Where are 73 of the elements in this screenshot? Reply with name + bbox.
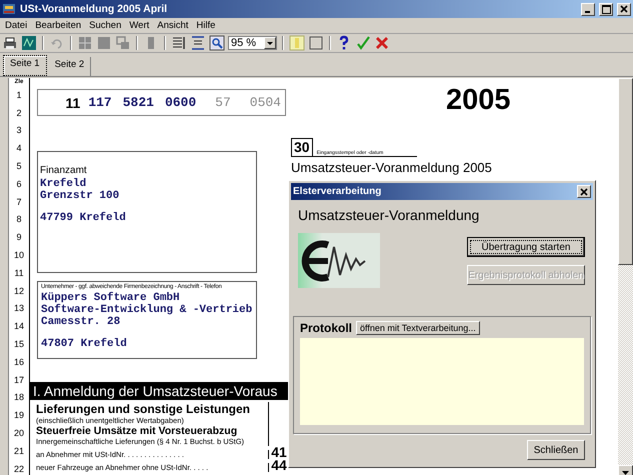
form-title: Umsatzsteuer-Voranmeldung 2005 bbox=[291, 160, 493, 175]
address-line: Krefeld bbox=[40, 178, 88, 190]
close-icon bbox=[580, 188, 588, 196]
field-code: 30 bbox=[291, 138, 313, 157]
address-line: Grenzstr 100 bbox=[40, 190, 120, 202]
page-tab[interactable]: Seite 1 bbox=[3, 55, 47, 76]
line-number: 21 bbox=[14, 444, 24, 458]
form-heading: Lieferungen und sonstige Leistungen bbox=[30, 402, 269, 416]
menu-item[interactable]: Bearbeiten bbox=[31, 20, 86, 31]
office-label: Finanzamt bbox=[40, 165, 88, 176]
address-line: 47799 Krefeld bbox=[40, 212, 127, 224]
menu-item[interactable]: Hilfe bbox=[192, 20, 220, 31]
line-number: 19 bbox=[14, 409, 24, 422]
page-tab[interactable]: Seite 2 bbox=[48, 57, 92, 76]
app-icon bbox=[2, 2, 16, 16]
line-number: 15 bbox=[14, 338, 24, 352]
field-code: 44 bbox=[270, 459, 288, 472]
menu-item[interactable]: Wert bbox=[125, 20, 154, 31]
signature-icon[interactable] bbox=[21, 35, 37, 51]
menu-item[interactable]: Datei bbox=[1, 20, 32, 31]
form-heading: Steuerfreie Umsätze mit Vorsteuerabzug bbox=[30, 425, 269, 437]
printer-icon[interactable] bbox=[2, 35, 18, 51]
line-number: 5 bbox=[16, 160, 22, 174]
line-number: 7 bbox=[16, 196, 22, 209]
scroll-down-icon[interactable] bbox=[622, 470, 629, 474]
line-number: 17 bbox=[14, 374, 24, 387]
close-button[interactable] bbox=[617, 2, 631, 16]
align-icon[interactable] bbox=[171, 35, 187, 51]
close-button[interactable] bbox=[577, 185, 591, 198]
year-heading: 2005 bbox=[446, 84, 512, 117]
line-number: 4 bbox=[16, 142, 22, 156]
dialog-button[interactable]: Übertragung starten bbox=[467, 237, 585, 257]
zoom-icon[interactable] bbox=[209, 35, 225, 51]
line-number: 3 bbox=[16, 124, 22, 138]
maximize-button[interactable] bbox=[599, 2, 613, 16]
line-number: 2 bbox=[16, 106, 22, 120]
line-number: 22 bbox=[14, 462, 24, 475]
maximize-icon bbox=[602, 4, 610, 14]
line-number: 6 bbox=[16, 178, 22, 191]
line-number: 12 bbox=[14, 284, 24, 298]
address-line: Küppers Software GmbH bbox=[41, 292, 181, 304]
minimize-button[interactable] bbox=[581, 2, 595, 16]
dialog-heading: Umsatzsteuer-Voranmeldung bbox=[298, 207, 480, 223]
line-number: 18 bbox=[14, 391, 24, 404]
log-label: Protokoll bbox=[300, 321, 352, 335]
line-number: 8 bbox=[16, 213, 22, 226]
line-number: 14 bbox=[14, 320, 24, 334]
line-number: 20 bbox=[14, 427, 24, 440]
checkmark-icon[interactable] bbox=[355, 35, 371, 51]
spacing-icon[interactable] bbox=[190, 35, 206, 51]
frame-icon[interactable] bbox=[308, 35, 324, 51]
address-line: Camesstr. 28 bbox=[41, 316, 122, 328]
menu-item[interactable]: Suchen bbox=[85, 20, 126, 31]
close-icon bbox=[620, 5, 628, 13]
line-number: 13 bbox=[14, 302, 24, 316]
menu-item[interactable]: Ansicht bbox=[153, 20, 192, 31]
dialog-title: Elsterverarbeitung bbox=[293, 186, 382, 197]
line-number: 16 bbox=[14, 356, 24, 369]
line-number: 11 bbox=[14, 266, 24, 280]
scrollbar[interactable] bbox=[618, 78, 633, 475]
line-number: 9 bbox=[16, 231, 22, 244]
line-number: 1 bbox=[16, 88, 22, 102]
address-line: Software-Entwicklung & -Vertrieb bbox=[41, 304, 253, 316]
field-code: 41 bbox=[270, 446, 288, 459]
section-heading: I. Anmeldung der Umsatzsteuer-Voraus bbox=[30, 382, 289, 400]
close-icon[interactable] bbox=[374, 35, 390, 51]
tax-number-field: 11 117 5821 0600 57 0504 bbox=[37, 89, 286, 116]
address-line: 47807 Krefeld bbox=[41, 338, 128, 350]
window-title: USt-Voranmeldung 2005 April bbox=[20, 3, 168, 15]
line-number: 10 bbox=[14, 249, 24, 262]
zoom-dropdown[interactable]: 95 % bbox=[228, 36, 277, 50]
open-button[interactable]: öffnen mit Textverarbeitung... bbox=[356, 321, 480, 335]
close-dialog-button[interactable]: Schließen bbox=[527, 440, 585, 460]
